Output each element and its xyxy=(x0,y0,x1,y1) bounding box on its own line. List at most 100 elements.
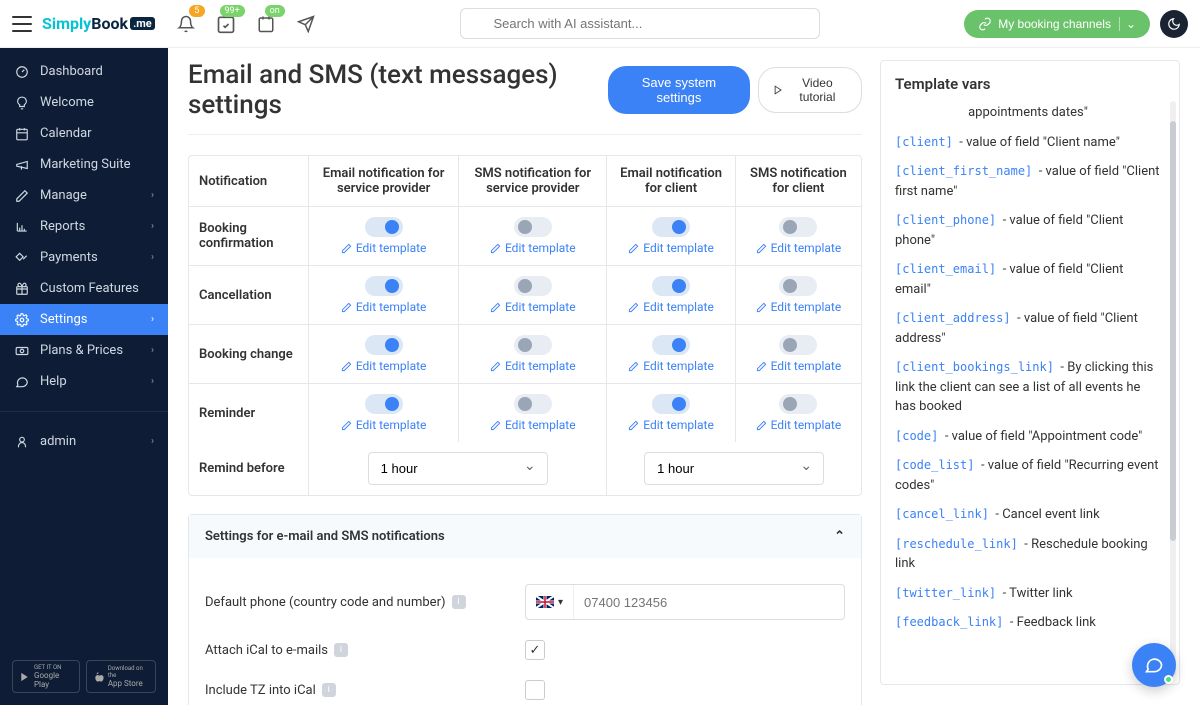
edit-template-link[interactable]: Edit template xyxy=(628,359,714,373)
notifications-bell-icon[interactable]: 5 xyxy=(175,13,197,35)
booking-widget-icon[interactable]: on xyxy=(255,13,277,35)
scrollbar-thumb[interactable] xyxy=(1170,121,1176,541)
phone-number-input[interactable] xyxy=(574,587,844,618)
template-var[interactable]: [client_phone] - value of field "Client … xyxy=(895,211,1161,250)
template-var[interactable]: [code_list] - value of field "Recurring … xyxy=(895,456,1161,495)
toggle-c3[interactable] xyxy=(652,276,690,296)
sidebar-item-marketing-suite[interactable]: Marketing Suite xyxy=(0,149,168,180)
tutorial-label: Video tutorial xyxy=(788,76,847,104)
chevron-right-icon: › xyxy=(151,314,154,325)
template-vars-panel: Template vars appointments dates" [clien… xyxy=(880,60,1180,685)
template-var[interactable]: [reschedule_link] - Reschedule booking l… xyxy=(895,535,1161,574)
toggle-c4[interactable] xyxy=(779,394,817,414)
sidebar-item-payments[interactable]: Payments› xyxy=(0,242,168,273)
edit-template-link[interactable]: Edit template xyxy=(628,241,714,255)
toggle-c3[interactable] xyxy=(652,394,690,414)
sidebar-item-help[interactable]: Help› xyxy=(0,366,168,397)
edit-template-link[interactable]: Edit template xyxy=(490,418,576,432)
search-input[interactable] xyxy=(460,8,820,39)
brand-logo[interactable]: SimplyBook.me xyxy=(42,14,155,33)
col-sms-provider: SMS notification for service provider xyxy=(459,156,607,207)
chevron-right-icon: › xyxy=(151,376,154,387)
booking-channels-button[interactable]: My booking channels ⌄ xyxy=(964,10,1150,38)
logo-suffix: .me xyxy=(130,17,155,30)
sidebar-item-welcome[interactable]: Welcome xyxy=(0,87,168,118)
template-var[interactable]: [client_email] - value of field "Client … xyxy=(895,260,1161,299)
nav-label: Welcome xyxy=(40,95,94,110)
edit-template-link[interactable]: Edit template xyxy=(341,300,427,314)
chat-fab[interactable] xyxy=(1132,643,1176,687)
sidebar-item-admin[interactable]: admin › xyxy=(0,426,168,457)
sidebar-item-dashboard[interactable]: Dashboard xyxy=(0,56,168,87)
sidebar-item-plans-prices[interactable]: Plans & Prices› xyxy=(0,335,168,366)
edit-template-link[interactable]: Edit template xyxy=(490,359,576,373)
sidebar-item-custom-features[interactable]: Custom Features xyxy=(0,273,168,304)
menu-toggle[interactable] xyxy=(12,16,32,32)
toggle-c2[interactable] xyxy=(514,394,552,414)
apple-icon xyxy=(93,671,104,683)
sidebar-item-manage[interactable]: Manage› xyxy=(0,180,168,211)
toggle-c1[interactable] xyxy=(365,217,403,237)
toggle-c1[interactable] xyxy=(365,276,403,296)
user-icon xyxy=(14,435,30,449)
toggle-c4[interactable] xyxy=(779,276,817,296)
app-store-badge[interactable]: Download on theApp Store xyxy=(86,660,156,693)
accordion-title: Settings for e-mail and SMS notification… xyxy=(205,529,445,544)
edit-template-link[interactable]: Edit template xyxy=(341,241,427,255)
calendar-check-icon[interactable]: 99+ xyxy=(215,13,237,35)
edit-template-link[interactable]: Edit template xyxy=(628,300,714,314)
ical-checkbox[interactable] xyxy=(525,640,545,660)
edit-template-link[interactable]: Edit template xyxy=(756,359,842,373)
toggle-c3[interactable] xyxy=(652,335,690,355)
toggle-c3[interactable] xyxy=(652,217,690,237)
remind-before-provider-select[interactable]: 1 hour xyxy=(368,452,548,485)
card-icon xyxy=(14,251,30,265)
dark-mode-toggle[interactable] xyxy=(1160,10,1188,38)
info-icon[interactable]: i xyxy=(322,683,336,697)
toggle-c2[interactable] xyxy=(514,217,552,237)
phone-input: ▾ xyxy=(525,584,845,620)
toggle-c1[interactable] xyxy=(365,335,403,355)
var-code: [client_bookings_link] xyxy=(895,360,1054,374)
edit-template-link[interactable]: Edit template xyxy=(341,418,427,432)
chevron-down-icon: ⌄ xyxy=(1119,17,1136,31)
info-icon[interactable]: i xyxy=(334,643,348,657)
google-play-badge[interactable]: GET IT ONGoogle Play xyxy=(12,660,80,693)
template-var[interactable]: [company] - Company name xyxy=(895,643,1161,644)
template-var[interactable]: [client_bookings_link] - By clicking thi… xyxy=(895,358,1161,417)
edit-template-link[interactable]: Edit template xyxy=(490,241,576,255)
nav-label: Calendar xyxy=(40,126,92,141)
edit-template-link[interactable]: Edit template xyxy=(341,359,427,373)
template-var[interactable]: [twitter_link] - Twitter link xyxy=(895,584,1161,604)
toggle-c2[interactable] xyxy=(514,335,552,355)
var-desc: - value of field "Client name" xyxy=(959,135,1120,150)
video-tutorial-button[interactable]: Video tutorial xyxy=(758,67,862,113)
send-icon[interactable] xyxy=(295,13,317,35)
remind-before-client-select[interactable]: 1 hour xyxy=(644,452,824,485)
edit-template-link[interactable]: Edit template xyxy=(756,241,842,255)
sidebar-item-settings[interactable]: Settings› xyxy=(0,304,168,335)
tz-checkbox[interactable] xyxy=(525,680,545,700)
edit-template-link[interactable]: Edit template xyxy=(628,418,714,432)
toggle-c1[interactable] xyxy=(365,394,403,414)
template-var[interactable]: [code] - value of field "Appointment cod… xyxy=(895,427,1161,447)
edit-template-link[interactable]: Edit template xyxy=(756,418,842,432)
country-flag-selector[interactable]: ▾ xyxy=(526,585,574,619)
sidebar: Dashboard Welcome Calendar Marketing SuiteM… xyxy=(0,0,168,705)
info-icon[interactable]: i xyxy=(452,595,466,609)
sidebar-item-calendar[interactable]: Calendar xyxy=(0,118,168,149)
template-var[interactable]: [client_address] - value of field "Clien… xyxy=(895,309,1161,348)
accordion-header[interactable]: Settings for e-mail and SMS notification… xyxy=(189,515,861,558)
toggle-c2[interactable] xyxy=(514,276,552,296)
toggle-c4[interactable] xyxy=(779,335,817,355)
template-var[interactable]: [client] - value of field "Client name" xyxy=(895,133,1161,153)
sidebar-item-reports[interactable]: Reports› xyxy=(0,211,168,242)
admin-label: admin xyxy=(40,434,76,449)
edit-template-link[interactable]: Edit template xyxy=(756,300,842,314)
template-var[interactable]: [feedback_link] - Feedback link xyxy=(895,613,1161,633)
edit-template-link[interactable]: Edit template xyxy=(490,300,576,314)
template-var[interactable]: [client_first_name] - value of field "Cl… xyxy=(895,162,1161,201)
save-button[interactable]: Save system settings xyxy=(608,66,749,114)
template-var[interactable]: [cancel_link] - Cancel event link xyxy=(895,505,1161,525)
toggle-c4[interactable] xyxy=(779,217,817,237)
